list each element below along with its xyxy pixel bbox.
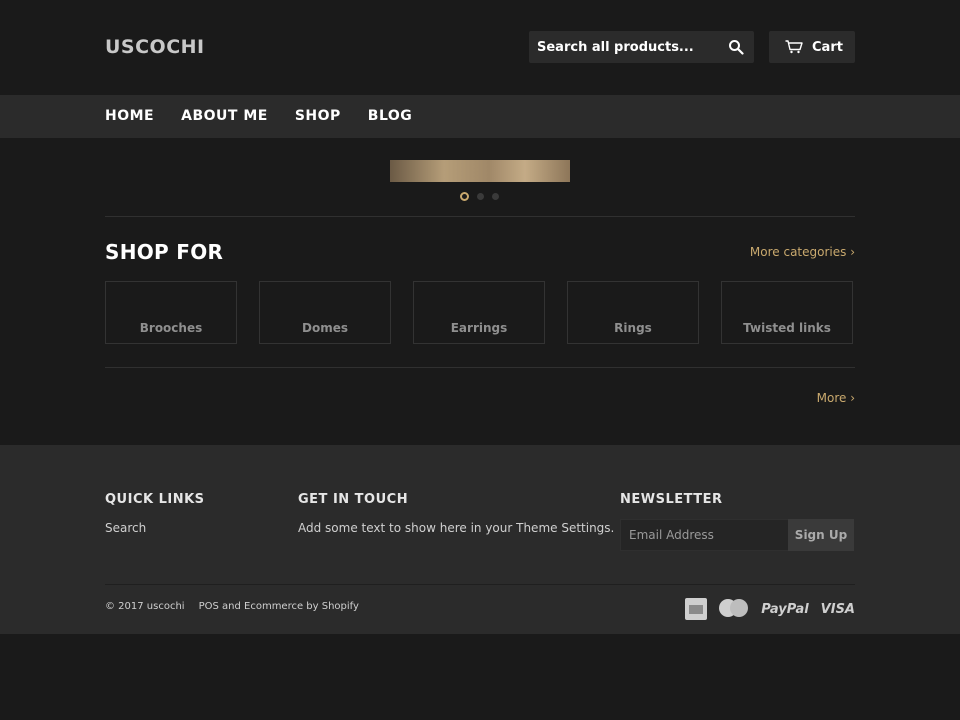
slide-dot-3[interactable] [492,193,499,200]
paypal-icon: PayPal [761,601,809,617]
section-title: SHOP FOR [105,240,224,264]
category-tile-brooches[interactable]: Brooches [105,281,237,344]
category-tile-earrings[interactable]: Earrings [413,281,545,344]
nav-item-shop[interactable]: SHOP [295,108,341,124]
newsletter-heading: NEWSLETTER [620,492,723,507]
payment-icons: PayPal VISA [685,598,855,620]
category-label: Rings [614,321,652,335]
get-in-touch-heading: GET IN TOUCH [298,492,409,507]
nav-item-home[interactable]: HOME [105,108,154,124]
footer-credits: © 2017 uscochi POS and Ecommerce by Shop… [105,601,359,612]
category-grid: Brooches Domes Earrings Rings Twisted li… [105,281,853,344]
email-field[interactable] [620,519,788,551]
footer-link-search[interactable]: Search [105,521,146,535]
footer-divider [105,584,855,585]
site-footer: QUICK LINKS Search GET IN TOUCH Add some… [0,445,960,634]
category-label: Twisted links [743,321,831,335]
amex-icon [685,598,708,620]
mastercard-icon [719,599,749,619]
slide-dot-1[interactable] [460,192,469,201]
cart-label: Cart [812,39,843,55]
powered-by-link[interactable]: POS and Ecommerce by Shopify [199,601,359,612]
category-label: Brooches [139,321,203,335]
main-nav: HOME ABOUT ME SHOP BLOG [0,95,960,138]
section-divider [105,367,855,368]
search-box [529,31,754,63]
category-tile-rings[interactable]: Rings [567,281,699,344]
quick-links-heading: QUICK LINKS [105,492,205,507]
newsletter-form: Sign Up [620,519,854,551]
cart-icon [785,40,803,54]
slide-dot-2[interactable] [477,193,484,200]
search-icon[interactable] [728,39,744,55]
section-divider [105,216,855,217]
nav-item-blog[interactable]: BLOG [368,108,413,124]
cart-button[interactable]: Cart [769,31,855,63]
site-logo[interactable]: USCOCHI [105,36,205,58]
sign-up-button[interactable]: Sign Up [788,519,854,551]
copyright-text: © 2017 uscochi [105,601,185,612]
category-tile-domes[interactable]: Domes [259,281,391,344]
slideshow-image[interactable] [390,160,570,182]
more-categories-link[interactable]: More categories › [750,245,855,259]
search-input[interactable] [529,31,714,63]
get-in-touch-text: Add some text to show here in your Theme… [298,521,615,535]
nav-item-about-me[interactable]: ABOUT ME [181,108,268,124]
category-label: Earrings [450,321,508,335]
more-link[interactable]: More › [817,391,855,405]
slideshow-dots [460,192,499,201]
visa-icon: VISA [820,601,855,617]
category-label: Domes [302,321,348,335]
category-tile-twisted-links[interactable]: Twisted links [721,281,853,344]
